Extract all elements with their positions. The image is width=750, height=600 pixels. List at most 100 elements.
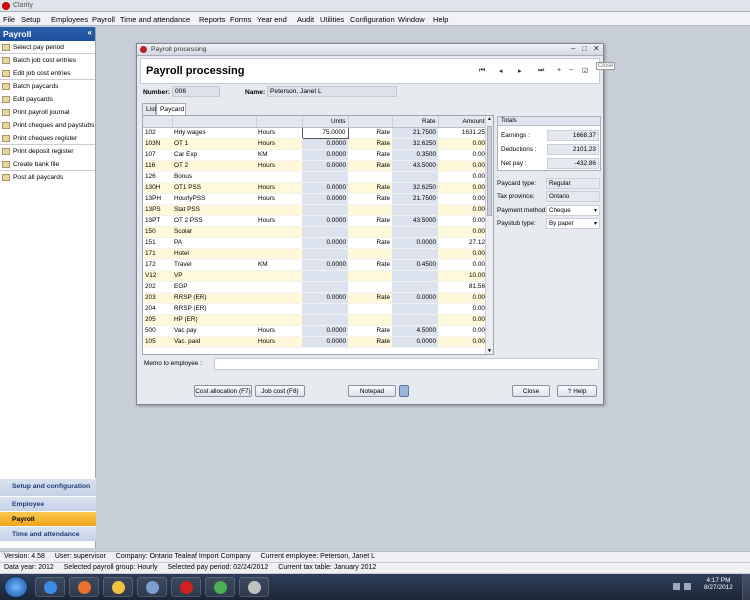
help-button[interactable]: ? Help bbox=[557, 385, 597, 397]
menu-time-and-attendance[interactable]: Time and attendance bbox=[120, 15, 190, 24]
tray-network-icon[interactable] bbox=[673, 583, 680, 590]
cell-rate[interactable]: 43.5000 bbox=[392, 215, 438, 227]
table-row[interactable]: 203 RRSP (ER) 0.0000 Rate 0.0000 0.00 bbox=[143, 292, 487, 304]
cell-amount[interactable]: 81.56 bbox=[438, 281, 487, 293]
delete-icon[interactable]: − bbox=[569, 67, 573, 74]
collapse-icon[interactable]: « bbox=[88, 28, 92, 37]
sidebar-item-batch-job-cost-entries[interactable]: Batch job cost entries bbox=[0, 54, 95, 67]
cell-rate[interactable] bbox=[392, 270, 438, 282]
table-row[interactable]: 13PT OT 2 PSS Hours 0.0000 Rate 43.5000 0.00 bbox=[143, 215, 487, 227]
cell-amount[interactable]: 0.00 bbox=[438, 149, 487, 161]
sidebar-item-edit-paycards[interactable]: Edit paycards bbox=[0, 93, 95, 106]
taskbar-app[interactable] bbox=[103, 577, 133, 597]
menu-configuration[interactable]: Configuration bbox=[350, 15, 395, 24]
sidebar-item-batch-paycards[interactable]: Batch paycards bbox=[0, 80, 95, 93]
number-field[interactable]: 006 bbox=[172, 86, 220, 97]
sidebar-item-print-cheques-and-paystubs[interactable]: Print cheques and paystubs bbox=[0, 119, 95, 132]
menu-payroll[interactable]: Payroll bbox=[92, 15, 115, 24]
prev-record-icon[interactable]: ◂ bbox=[499, 67, 503, 75]
last-record-icon[interactable]: ⏭ bbox=[538, 67, 544, 75]
cell-amount[interactable]: 27.12 bbox=[438, 237, 487, 249]
job-cost-button[interactable]: Job cost (F8) bbox=[255, 385, 305, 397]
table-row[interactable]: 205 HP (ER) 0.00 bbox=[143, 314, 487, 326]
table-row[interactable]: 105 Vac. paid Hours 0.0000 Rate 0.0000 0.00 bbox=[143, 336, 487, 348]
cell-amount[interactable]: 0.00 bbox=[438, 314, 487, 326]
menu-file[interactable]: File bbox=[3, 15, 15, 24]
cell-amount[interactable]: 0.00 bbox=[438, 215, 487, 227]
table-row[interactable]: 13PH HourlyPSS Hours 0.0000 Rate 21.7500 0.00 bbox=[143, 193, 487, 205]
cell-amount[interactable]: 0.00 bbox=[438, 248, 487, 260]
taskbar-app[interactable] bbox=[171, 577, 201, 597]
section-time-and-attendance[interactable]: Time and attendance bbox=[0, 526, 96, 541]
cell-amount[interactable]: 0.00 bbox=[438, 171, 487, 183]
clock[interactable]: 4:17 PM 8/27/2012 bbox=[704, 577, 733, 591]
menu-reports[interactable]: Reports bbox=[199, 15, 225, 24]
table-row[interactable]: 204 RRSP (ER) 0.00 bbox=[143, 303, 487, 315]
table-row[interactable]: 500 Vac pay Hours 0.0000 Rate 4.5000 0.00 bbox=[143, 325, 487, 337]
tab-paycard[interactable]: Paycard bbox=[156, 103, 186, 115]
cell-units[interactable] bbox=[302, 204, 348, 216]
cell-rate[interactable] bbox=[392, 303, 438, 315]
save-icon[interactable]: ☑ bbox=[582, 67, 588, 75]
scroll-thumb[interactable] bbox=[487, 126, 492, 216]
table-row[interactable]: 102 Hrly wages Hours 75.0000 Rate 21.7500 1631… bbox=[143, 126, 487, 139]
cost-allocation-button[interactable]: Cost allocation (F7) bbox=[194, 385, 252, 397]
cell-units[interactable]: 0.0000 bbox=[302, 237, 348, 249]
cell-amount[interactable]: 0.00 bbox=[438, 226, 487, 238]
sidebar-item-print-cheques-register[interactable]: Print cheques register bbox=[0, 132, 95, 145]
cell-amount[interactable]: 1631.25 bbox=[438, 127, 487, 139]
taskbar-app[interactable] bbox=[205, 577, 235, 597]
cell-rate[interactable]: 0.0000 bbox=[392, 292, 438, 304]
cell-amount[interactable]: 0.00 bbox=[438, 182, 487, 194]
cell-rate[interactable] bbox=[392, 248, 438, 260]
table-row[interactable]: 13PS Stat PSS 0.00 bbox=[143, 204, 487, 216]
table-row[interactable]: 126 Bonus 0.00 bbox=[143, 171, 487, 183]
cell-rate[interactable] bbox=[392, 314, 438, 326]
cell-rate[interactable]: 0.3500 bbox=[392, 149, 438, 161]
table-row[interactable]: 150 Scolar 0.00 bbox=[143, 226, 487, 238]
add-icon[interactable]: + bbox=[557, 67, 561, 74]
cell-units[interactable] bbox=[302, 303, 348, 315]
cell-amount[interactable]: 0.00 bbox=[438, 292, 487, 304]
sidebar-item-edit-job-cost-entries[interactable]: Edit job cost entries bbox=[0, 67, 95, 80]
menu-help[interactable]: Help bbox=[433, 15, 448, 24]
grid-scrollbar[interactable]: ▲ ▼ bbox=[485, 116, 493, 354]
cell-units[interactable] bbox=[302, 281, 348, 293]
cell-units[interactable] bbox=[302, 171, 348, 183]
table-row[interactable]: 107 Car Exp KM 0.0000 Rate 0.3500 0.00 bbox=[143, 149, 487, 161]
cell-units[interactable]: 0.0000 bbox=[302, 325, 348, 337]
cell-rate[interactable] bbox=[392, 171, 438, 183]
cell-units[interactable]: 0.0000 bbox=[302, 336, 348, 348]
tray-volume-icon[interactable] bbox=[684, 583, 691, 590]
cell-amount[interactable]: 0.00 bbox=[438, 160, 487, 172]
taskbar-app[interactable] bbox=[137, 577, 167, 597]
menu-year-end[interactable]: Year end bbox=[257, 15, 287, 24]
table-row[interactable]: 103N OT 1 Hours 0.0000 Rate 32.6250 0.00 bbox=[143, 138, 487, 150]
sidebar-item-print-payroll-journal[interactable]: Print payroll journal bbox=[0, 106, 95, 119]
cell-units[interactable] bbox=[302, 248, 348, 260]
cell-units[interactable] bbox=[302, 270, 348, 282]
menu-employees[interactable]: Employees bbox=[51, 15, 88, 24]
cell-units[interactable]: 0.0000 bbox=[302, 292, 348, 304]
cell-amount[interactable]: 0.00 bbox=[438, 336, 487, 348]
taskbar-app[interactable] bbox=[69, 577, 99, 597]
prop-select[interactable]: By paper bbox=[546, 218, 600, 229]
section-employee[interactable]: Employee bbox=[0, 496, 96, 511]
cell-units[interactable]: 0.0000 bbox=[302, 215, 348, 227]
menu-forms[interactable]: Forms bbox=[230, 15, 251, 24]
table-row[interactable]: 116 OT 2 Hours 0.0000 Rate 43.5000 0.00 bbox=[143, 160, 487, 172]
table-row[interactable]: 130H OT1 PSS Hours 0.0000 Rate 32.6250 0.00 bbox=[143, 182, 487, 194]
sidebar-item-select-pay-period[interactable]: Select pay period bbox=[0, 41, 95, 54]
maximize-icon[interactable]: □ bbox=[582, 44, 587, 53]
table-row[interactable]: 172 Travel KM 0.0000 Rate 0.4500 0.00 bbox=[143, 259, 487, 271]
scroll-down-icon[interactable]: ▼ bbox=[487, 348, 492, 354]
memo-input[interactable] bbox=[214, 358, 599, 370]
cell-rate[interactable]: 32.6250 bbox=[392, 138, 438, 150]
cell-rate[interactable]: 43.5000 bbox=[392, 160, 438, 172]
minimize-icon[interactable]: – bbox=[571, 44, 575, 53]
scroll-up-icon[interactable]: ▲ bbox=[487, 116, 492, 122]
cell-amount[interactable]: 0.00 bbox=[438, 259, 487, 271]
table-row[interactable]: 171 Hotel 0.00 bbox=[143, 248, 487, 260]
cell-amount[interactable]: 0.00 bbox=[438, 303, 487, 315]
first-record-icon[interactable]: ⏮ bbox=[479, 67, 485, 75]
